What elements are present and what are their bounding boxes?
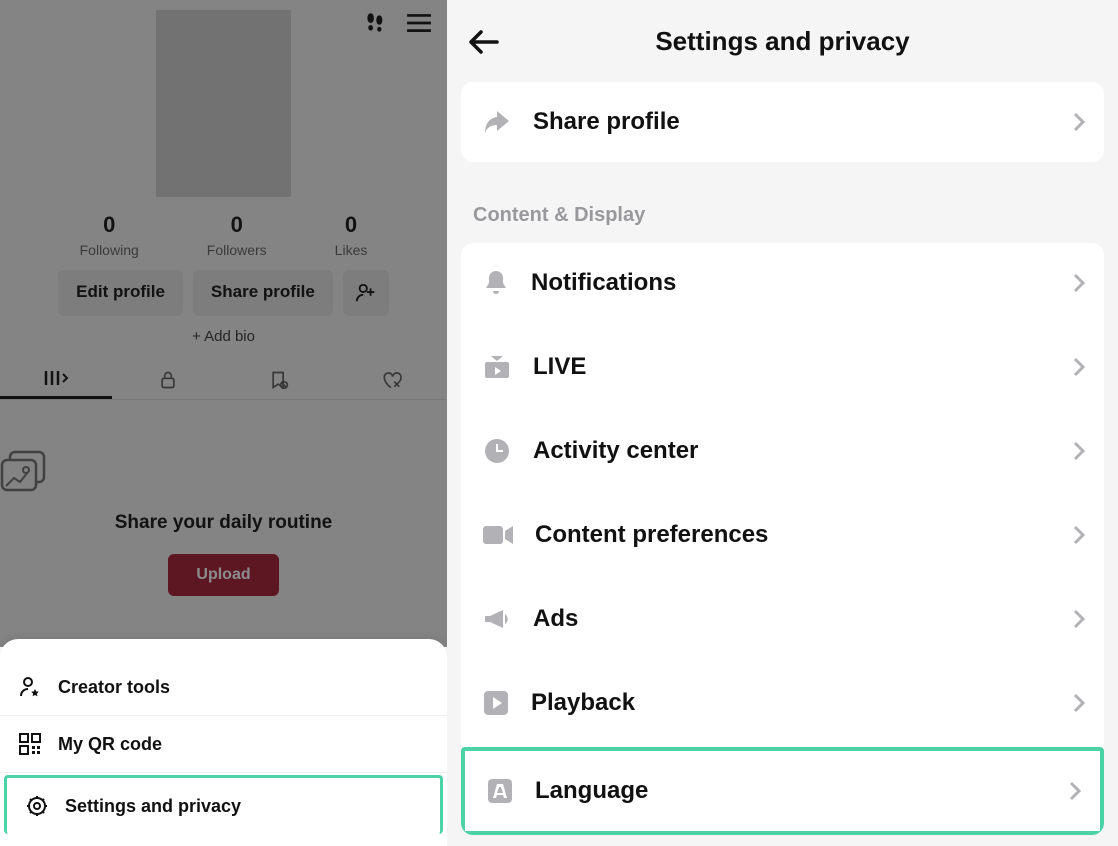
chevron-right-icon (1072, 111, 1086, 133)
profile-pane: 0 Following 0 Followers 0 Likes Edit pro… (0, 0, 447, 846)
play-icon (483, 690, 509, 716)
row-label: Activity center (533, 437, 698, 465)
share-profile-card: Share profile (461, 82, 1104, 162)
row-share-profile[interactable]: Share profile (461, 82, 1104, 162)
language-icon (487, 778, 513, 804)
clock-icon (483, 437, 511, 465)
sheet-label: Creator tools (58, 677, 170, 698)
settings-pane: Settings and privacy Share profile Conte… (447, 0, 1118, 846)
row-live[interactable]: LIVE (461, 327, 1104, 407)
settings-header: Settings and privacy (447, 0, 1118, 82)
bottom-sheet: Creator tools My QR code Settings and pr… (0, 639, 447, 846)
chevron-right-icon (1072, 272, 1086, 294)
chevron-right-icon (1072, 608, 1086, 630)
sheet-label: My QR code (58, 734, 162, 755)
content-display-card: Notifications LIVE Activity center Conte… (461, 243, 1104, 835)
row-language[interactable]: Language (461, 747, 1104, 835)
row-ads[interactable]: Ads (461, 579, 1104, 659)
row-activity-center[interactable]: Activity center (461, 411, 1104, 491)
row-label: Share profile (533, 108, 680, 136)
row-label: Playback (531, 689, 635, 717)
dim-overlay[interactable] (0, 0, 447, 647)
chevron-right-icon (1068, 780, 1082, 802)
person-star-icon (18, 675, 42, 699)
sheet-settings-privacy[interactable]: Settings and privacy (4, 775, 443, 834)
chevron-right-icon (1072, 524, 1086, 546)
video-icon (483, 524, 513, 546)
sheet-label: Settings and privacy (65, 796, 241, 817)
row-label: Ads (533, 605, 578, 633)
row-label: Content preferences (535, 521, 768, 549)
row-content-preferences[interactable]: Content preferences (461, 495, 1104, 575)
megaphone-icon (483, 606, 511, 632)
row-label: LIVE (533, 353, 586, 381)
back-button[interactable] (467, 28, 499, 56)
bell-icon (483, 269, 509, 297)
share-icon (483, 109, 511, 135)
chevron-right-icon (1072, 440, 1086, 462)
page-title: Settings and privacy (447, 26, 1118, 57)
live-tv-icon (483, 354, 511, 380)
row-notifications[interactable]: Notifications (461, 243, 1104, 323)
section-content-display: Content & Display (473, 204, 1118, 227)
row-playback[interactable]: Playback (461, 663, 1104, 743)
chevron-right-icon (1072, 692, 1086, 714)
sheet-qr-code[interactable]: My QR code (0, 716, 447, 773)
sheet-creator-tools[interactable]: Creator tools (0, 659, 447, 716)
qr-icon (18, 732, 42, 756)
gear-icon (25, 794, 49, 818)
chevron-right-icon (1072, 356, 1086, 378)
row-label: Language (535, 777, 648, 805)
row-label: Notifications (531, 269, 676, 297)
